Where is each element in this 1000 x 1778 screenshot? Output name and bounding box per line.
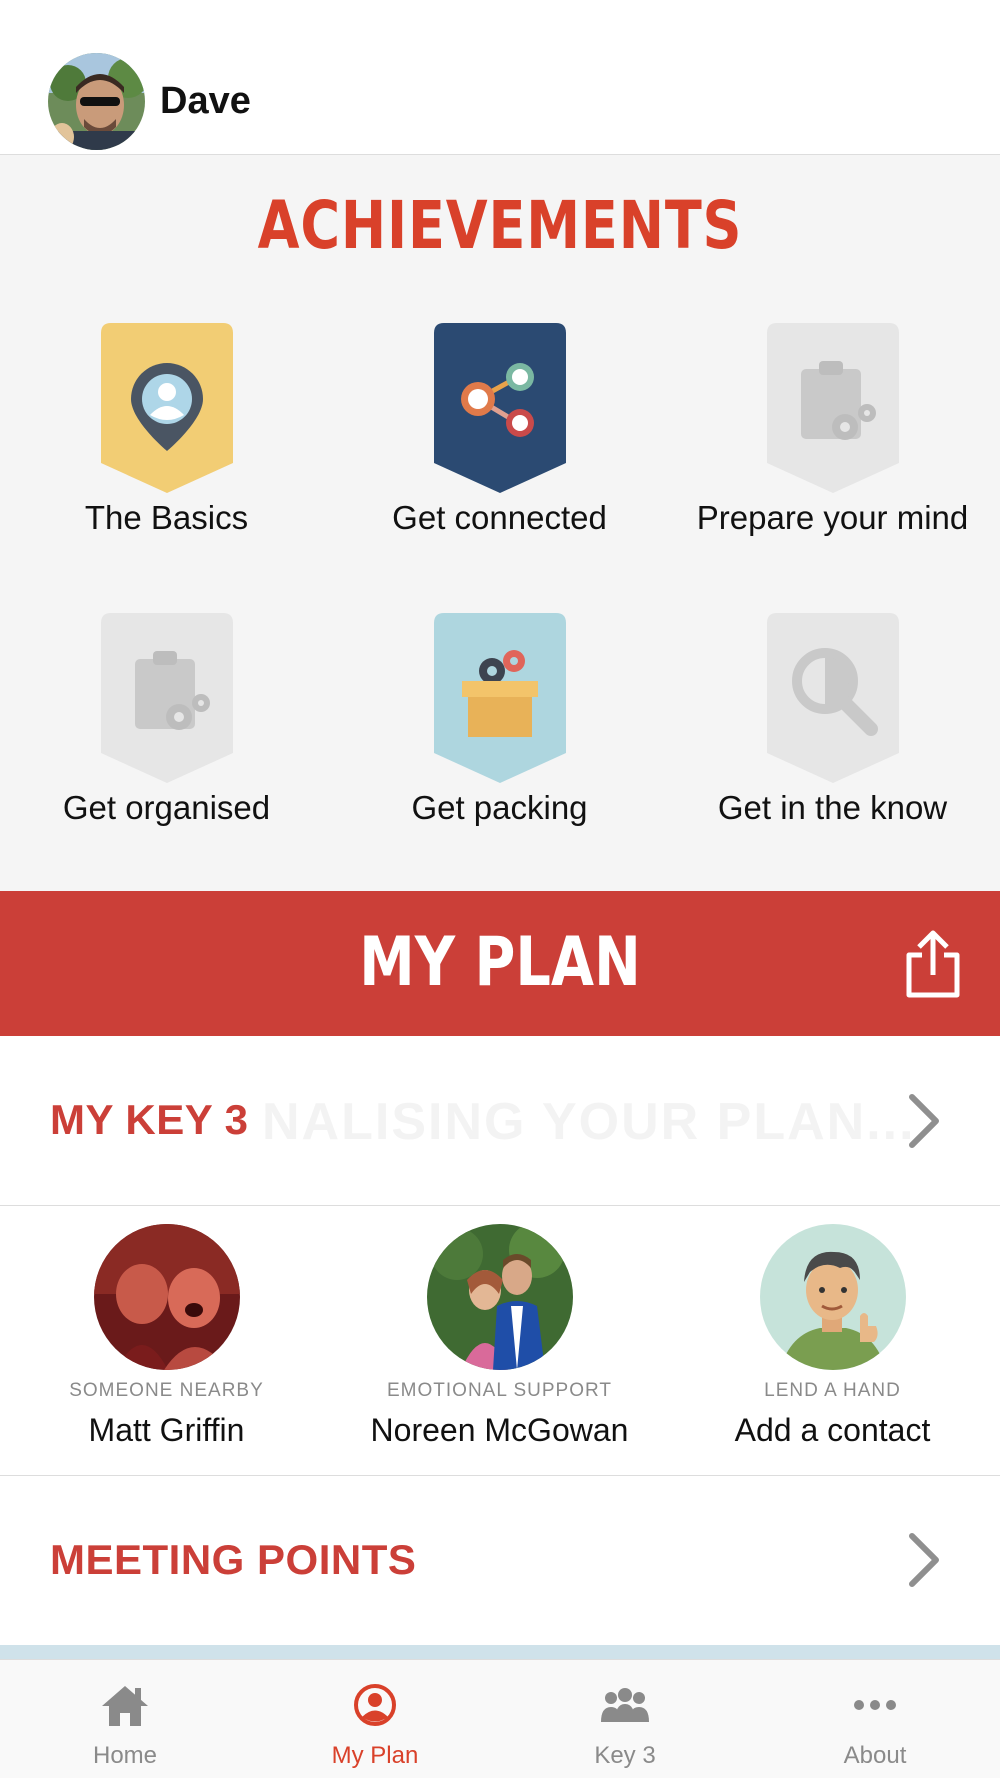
badge-the-basics[interactable]: The Basics bbox=[0, 323, 333, 537]
badge-label: Get packing bbox=[411, 789, 588, 826]
badge-get-connected[interactable]: Get connected bbox=[333, 323, 666, 537]
contact-name: Noreen McGowan bbox=[370, 1412, 629, 1448]
tab-label: About bbox=[843, 1742, 907, 1769]
my-key3-label: MY KEY 3 bbox=[50, 1096, 249, 1143]
user-name: Dave bbox=[160, 80, 251, 122]
badge-label: The Basics bbox=[84, 499, 249, 536]
meeting-points-row[interactable]: MEETING POINTS bbox=[0, 1476, 1000, 1645]
badge-label: Get organised bbox=[62, 789, 271, 826]
contact-card[interactable]: EMOTIONAL SUPPORT Noreen McGowan bbox=[333, 1224, 666, 1449]
contact-photo bbox=[426, 1224, 573, 1370]
badge-prepare-your-mind[interactable]: Prepare your mind bbox=[666, 323, 999, 537]
user-avatar[interactable] bbox=[48, 53, 145, 150]
key3-contacts: SOMEONE NEARBY Matt Griffin EMOTIONAL SU… bbox=[0, 1206, 1000, 1476]
contact-role: LEND A HAND bbox=[764, 1380, 901, 1401]
contact-name: Add a contact bbox=[734, 1412, 931, 1448]
my-plan-banner: MY PLAN bbox=[0, 891, 1000, 1036]
more-icon bbox=[854, 1700, 896, 1710]
profile-header: Dave bbox=[0, 0, 1000, 155]
badge-get-in-the-know[interactable]: Get in the know bbox=[666, 613, 999, 827]
contact-role: SOMEONE NEARBY bbox=[69, 1380, 264, 1401]
box-gear-icon bbox=[433, 613, 566, 783]
meeting-points-label: MEETING POINTS bbox=[50, 1536, 417, 1583]
tab-label: My Plan bbox=[331, 1742, 419, 1769]
tab-home[interactable]: Home bbox=[0, 1660, 250, 1778]
faded-background-text: NALISING YOUR PLAN... bbox=[262, 1093, 916, 1151]
user-circle-icon bbox=[354, 1684, 396, 1726]
badge-get-organised[interactable]: Get organised bbox=[0, 613, 333, 827]
tab-my-plan[interactable]: My Plan bbox=[250, 1660, 500, 1778]
tab-label: Key 3 bbox=[594, 1742, 656, 1769]
clipboard-gear-icon bbox=[100, 613, 233, 783]
contact-role: EMOTIONAL SUPPORT bbox=[387, 1380, 612, 1401]
badge-label: Get in the know bbox=[717, 789, 948, 826]
tab-label: Home bbox=[92, 1742, 158, 1769]
contact-photo bbox=[93, 1224, 240, 1370]
tab-about[interactable]: About bbox=[750, 1660, 1000, 1778]
chevron-right-icon bbox=[909, 1094, 939, 1148]
share-icon bbox=[906, 930, 960, 998]
add-contact-avatar bbox=[759, 1224, 906, 1370]
map-preview[interactable] bbox=[0, 1645, 1000, 1659]
location-pin-icon bbox=[100, 323, 233, 493]
badge-label: Prepare your mind bbox=[696, 499, 969, 536]
my-plan-title: MY PLAN bbox=[359, 923, 641, 1002]
contact-card-add[interactable]: LEND A HAND Add a contact bbox=[666, 1224, 999, 1449]
my-key3-row[interactable]: NALISING YOUR PLAN... MY KEY 3 bbox=[0, 1036, 1000, 1206]
clipboard-gear-icon bbox=[766, 323, 899, 493]
share-button[interactable] bbox=[903, 929, 963, 999]
contact-name: Matt Griffin bbox=[88, 1412, 245, 1448]
share-nodes-icon bbox=[433, 323, 566, 493]
chevron-right-icon bbox=[909, 1533, 939, 1587]
contact-card[interactable]: SOMEONE NEARBY Matt Griffin bbox=[0, 1224, 333, 1449]
magnifier-icon bbox=[766, 613, 899, 783]
home-icon bbox=[102, 1686, 148, 1726]
badge-label: Get connected bbox=[392, 499, 607, 536]
badge-get-packing[interactable]: Get packing bbox=[333, 613, 666, 827]
tab-key3[interactable]: Key 3 bbox=[500, 1660, 750, 1778]
achievements-section: ACHIEVEMENTS The Basics Get connected Pr… bbox=[0, 155, 1000, 891]
group-icon bbox=[601, 1688, 649, 1722]
achievements-title: ACHIEVEMENTS bbox=[257, 187, 743, 264]
bottom-tab-bar: Home My Plan Key 3 About bbox=[0, 1659, 1000, 1778]
